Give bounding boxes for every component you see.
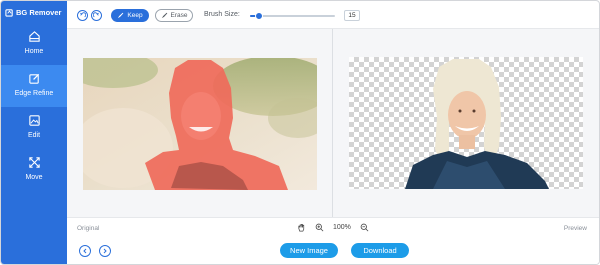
erase-button[interactable]: Erase xyxy=(155,9,193,22)
erase-label: Erase xyxy=(170,12,188,19)
sidebar-item-label: Home xyxy=(24,48,44,55)
keep-button[interactable]: Keep xyxy=(111,9,149,22)
move-arrows-icon xyxy=(28,157,40,168)
zoom-in-icon[interactable] xyxy=(315,223,324,232)
chevron-left-icon xyxy=(83,248,87,254)
app-window: BG Remover Home Edge Refine Edit Move Ke… xyxy=(0,0,600,265)
sidebar-item-edit[interactable]: Edit xyxy=(1,107,67,149)
sidebar-item-label: Edge Refine xyxy=(14,90,54,97)
redo-button[interactable] xyxy=(91,10,102,21)
canvas-area xyxy=(67,29,599,217)
slider-thumb[interactable] xyxy=(254,12,263,20)
hand-icon[interactable] xyxy=(297,223,306,232)
keep-label: Keep xyxy=(127,12,143,19)
prev-button[interactable] xyxy=(79,245,91,257)
toolbar: Keep Erase Brush Size: 15 xyxy=(67,1,599,29)
edit-square-icon xyxy=(28,73,39,84)
zoom-level: 100% xyxy=(333,224,351,231)
home-icon xyxy=(28,31,40,42)
chevron-right-icon xyxy=(103,248,107,254)
brush-size-label: Brush Size: xyxy=(204,11,240,18)
sidebar-item-move[interactable]: Move xyxy=(1,149,67,191)
brush-icon xyxy=(161,12,167,19)
app-title: BG Remover xyxy=(16,7,62,17)
brush-size-value[interactable]: 15 xyxy=(344,10,360,21)
panel-divider xyxy=(332,29,333,217)
undo-icon xyxy=(80,12,86,18)
footer: New Image Download xyxy=(67,239,599,264)
brush-icon xyxy=(118,12,124,19)
status-bar: Original 100% Preview xyxy=(67,217,599,239)
undo-button[interactable] xyxy=(77,10,88,21)
brush-size-slider[interactable] xyxy=(250,12,335,20)
original-label: Original xyxy=(77,225,100,232)
original-image[interactable] xyxy=(83,58,317,190)
next-button[interactable] xyxy=(99,245,111,257)
preview-label: Preview xyxy=(563,225,587,232)
brand: BG Remover xyxy=(1,1,67,23)
zoom-out-icon[interactable] xyxy=(360,223,369,232)
download-button[interactable]: Download xyxy=(351,243,409,258)
original-photo xyxy=(83,58,317,190)
sidebar-item-home[interactable]: Home xyxy=(1,23,67,65)
sidebar-item-label: Edit xyxy=(27,132,41,139)
logo-icon xyxy=(5,8,13,17)
new-image-button[interactable]: New Image xyxy=(280,243,338,258)
zoom-controls: 100% xyxy=(297,223,369,232)
image-edit-icon xyxy=(28,115,40,126)
preview-image[interactable] xyxy=(349,57,583,189)
sidebar: BG Remover Home Edge Refine Edit Move xyxy=(1,1,67,264)
preview-photo xyxy=(405,59,549,189)
redo-icon xyxy=(93,12,99,18)
sidebar-item-edge-refine[interactable]: Edge Refine xyxy=(1,65,67,107)
sidebar-item-label: Move xyxy=(25,174,43,181)
